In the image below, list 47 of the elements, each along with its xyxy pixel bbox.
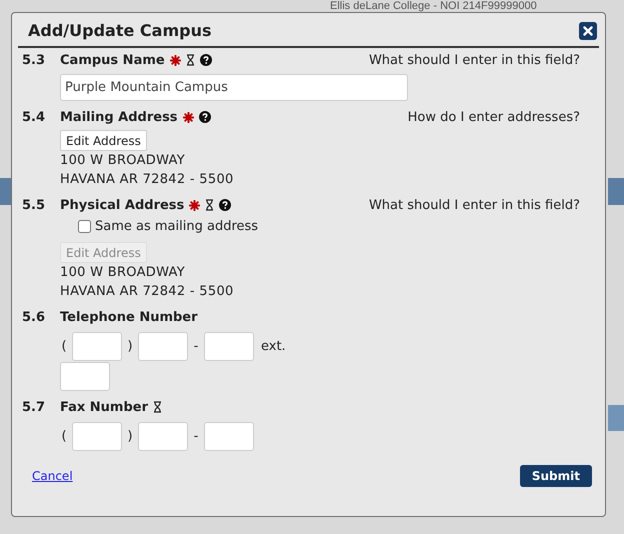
address-line: 100 W BROADWAY [60, 152, 186, 170]
prefix-field[interactable] [138, 332, 188, 361]
header-bar [608, 405, 624, 431]
close-button[interactable] [579, 22, 597, 40]
field-label: Physical Address [60, 198, 184, 212]
help-icon[interactable] [198, 111, 211, 123]
checkbox[interactable] [78, 220, 91, 233]
field-label: Fax Number [60, 400, 148, 414]
parenthesis: ) [126, 429, 134, 444]
dash: - [192, 339, 200, 354]
help-icon[interactable] [200, 54, 212, 66]
college-header: Ellis deLane College - NOI 214F99999000 [330, 0, 537, 12]
extension-label: ext. [261, 339, 286, 354]
submit-button[interactable]: Submit [520, 465, 592, 487]
dash: - [192, 429, 200, 444]
campus-name-field[interactable]: Purple Mountain Campus [60, 74, 408, 101]
help-link[interactable]: How do I enter addresses? [408, 110, 580, 124]
parenthesis: ) [126, 339, 134, 354]
table-header-bar [0, 178, 11, 205]
address-line: 100 W BROADWAY [60, 264, 186, 282]
dialog-title: Add/Update Campus [28, 21, 212, 40]
field-label: Campus Name [60, 52, 165, 68]
address-line: HAVANA AR 72842 - 5500 [60, 171, 235, 189]
area-code-field[interactable] [72, 422, 122, 451]
prefix-field[interactable] [138, 422, 188, 451]
cancel-link[interactable]: Cancel [32, 469, 73, 483]
field-label: Telephone Number [60, 310, 198, 324]
help-link[interactable]: What should I enter in this field? [368, 198, 580, 212]
help-link[interactable]: What should I enter in this field? [368, 52, 580, 68]
parenthesis: ( [60, 339, 68, 354]
checkbox-label: Same as mailing address [95, 219, 258, 234]
item-number: 5.7 [22, 400, 46, 414]
close-icon [583, 26, 593, 36]
area-code-field[interactable] [72, 332, 122, 361]
item-number: 5.3 [22, 52, 46, 68]
extension-field[interactable] [60, 362, 110, 391]
address-line: HAVANA AR 72842 - 5500 [60, 283, 235, 301]
table-header-bar [608, 178, 624, 205]
field-label: Mailing Address [60, 110, 178, 124]
line-number-field[interactable] [204, 422, 254, 451]
item-number: 5.6 [22, 310, 46, 324]
help-icon[interactable] [219, 199, 232, 211]
edit-address-button[interactable]: Edit Address [60, 130, 147, 151]
parenthesis: ( [60, 429, 68, 444]
item-number: 5.5 [22, 198, 46, 212]
line-number-field[interactable] [204, 332, 254, 361]
item-number: 5.4 [22, 110, 46, 124]
